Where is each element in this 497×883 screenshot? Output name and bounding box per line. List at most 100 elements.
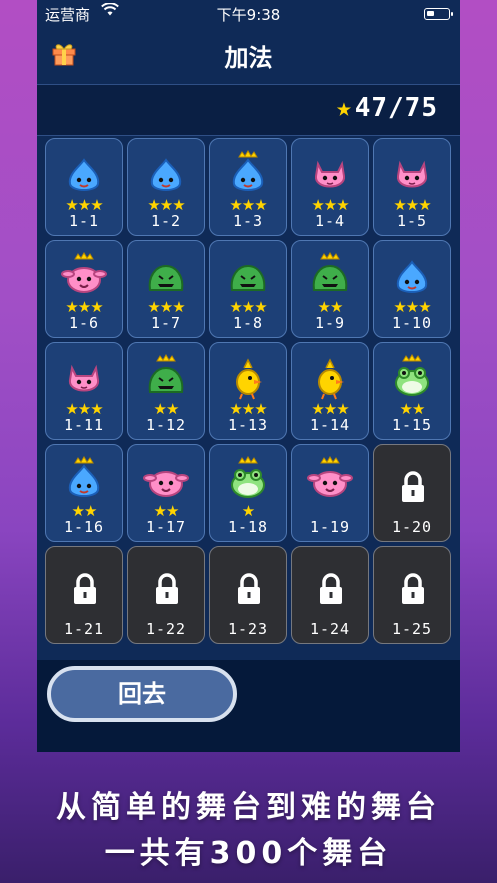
- level-stars: ★★★: [65, 196, 103, 214]
- level-label: 1-19: [309, 518, 351, 536]
- level-tile-18[interactable]: ★ 1-18: [209, 444, 287, 542]
- green-slime-icon: [128, 253, 204, 299]
- pink-cat-icon: [46, 355, 122, 401]
- level-label: 1-1: [68, 212, 100, 230]
- clock: 下午9:38: [216, 6, 281, 24]
- level-tile-20[interactable]: 1-20: [373, 444, 451, 542]
- level-label: 1-3: [232, 212, 264, 230]
- level-stars: ★★★: [65, 298, 103, 316]
- green-slime-icon: [210, 253, 286, 299]
- status-bar: 运营商 下午9:38: [37, 0, 460, 28]
- level-tile-22[interactable]: 1-22: [127, 546, 205, 644]
- score-display: ★47/75: [336, 93, 438, 123]
- level-label: 1-24: [309, 620, 351, 638]
- level-label: 1-12: [145, 416, 187, 434]
- level-tile-2[interactable]: ★★★ 1-2: [127, 138, 205, 236]
- lock-icon: [400, 471, 426, 507]
- level-label: 1-10: [391, 314, 433, 332]
- bottom-bar: 回去: [37, 660, 460, 752]
- level-stars: ★★★: [229, 196, 267, 214]
- level-label: 1-20: [391, 518, 433, 536]
- level-label: 1-11: [63, 416, 105, 434]
- phone-screen: 运营商 下午9:38 加法 ★47/75 ★★★ 1-1 ★★★ 1-2 ★★★ 1-3 ★…: [37, 0, 460, 752]
- level-stars: ★★★: [393, 298, 431, 316]
- battery-icon: [424, 8, 453, 20]
- level-tile-12[interactable]: ★★ 1-12: [127, 342, 205, 440]
- level-stars: ★★★: [147, 298, 185, 316]
- lock-icon: [72, 573, 98, 609]
- level-grid: ★★★ 1-1 ★★★ 1-2 ★★★ 1-3 ★★★ 1-4 ★★★ 1-5 ★★★ 1-6 ★★★ 1…: [45, 138, 451, 644]
- level-stars: ★★★: [65, 400, 103, 418]
- level-label: 1-18: [227, 518, 269, 536]
- lock-icon: [400, 573, 426, 609]
- level-label: 1-8: [232, 314, 264, 332]
- crowned-green-slime-icon: [292, 252, 368, 299]
- yellow-chick-icon: [210, 355, 286, 401]
- level-label: 1-6: [68, 314, 100, 332]
- level-tile-4[interactable]: ★★★ 1-4: [291, 138, 369, 236]
- crowned-blue-slime-icon: [46, 456, 122, 503]
- level-label: 1-16: [63, 518, 105, 536]
- pink-bunny-icon: [128, 457, 204, 503]
- crowned-pink-bunny-icon: [292, 456, 368, 503]
- level-tile-8[interactable]: ★★★ 1-8: [209, 240, 287, 338]
- level-tile-24[interactable]: 1-24: [291, 546, 369, 644]
- blue-slime-icon: [128, 151, 204, 197]
- level-tile-19[interactable]: 1-19: [291, 444, 369, 542]
- level-stars: ★★: [317, 298, 344, 316]
- level-label: 1-15: [391, 416, 433, 434]
- level-label: 1-25: [391, 620, 433, 638]
- level-tile-1[interactable]: ★★★ 1-1: [45, 138, 123, 236]
- level-stars: ★★★: [229, 400, 267, 418]
- promo-line-1: 从简单的舞台到难的舞台: [56, 790, 441, 825]
- level-tile-23[interactable]: 1-23: [209, 546, 287, 644]
- blue-slime-icon: [374, 253, 450, 299]
- level-tile-17[interactable]: ★★ 1-17: [127, 444, 205, 542]
- level-label: 1-21: [63, 620, 105, 638]
- level-tile-13[interactable]: ★★★ 1-13: [209, 342, 287, 440]
- nav-bar: 加法: [37, 28, 460, 84]
- level-label: 1-17: [145, 518, 187, 536]
- level-tile-9[interactable]: ★★ 1-9: [291, 240, 369, 338]
- crowned-frog-icon: [374, 354, 450, 401]
- level-stars: ★★: [71, 502, 98, 520]
- level-tile-3[interactable]: ★★★ 1-3: [209, 138, 287, 236]
- crowned-blue-slime-icon: [210, 150, 286, 197]
- level-tile-14[interactable]: ★★★ 1-14: [291, 342, 369, 440]
- level-tile-6[interactable]: ★★★ 1-6: [45, 240, 123, 338]
- promo-line-2: 一共有300个舞台: [104, 836, 393, 871]
- score-text: 47/75: [354, 93, 438, 123]
- level-stars: ★★★: [311, 196, 349, 214]
- level-label: 1-5: [396, 212, 428, 230]
- crowned-frog-icon: [210, 456, 286, 503]
- level-stars: ★: [241, 502, 255, 520]
- level-tile-21[interactable]: 1-21: [45, 546, 123, 644]
- page-title: 加法: [224, 44, 273, 72]
- level-tile-7[interactable]: ★★★ 1-7: [127, 240, 205, 338]
- crowned-green-slime-icon: [128, 354, 204, 401]
- level-tile-16[interactable]: ★★ 1-16: [45, 444, 123, 542]
- level-label: 1-22: [145, 620, 187, 638]
- pink-cat-icon: [292, 151, 368, 197]
- blue-slime-icon: [46, 151, 122, 197]
- star-icon: ★: [336, 93, 353, 123]
- yellow-chick-icon: [292, 355, 368, 401]
- level-tile-25[interactable]: 1-25: [373, 546, 451, 644]
- lock-icon: [318, 573, 344, 609]
- level-tile-5[interactable]: ★★★ 1-5: [373, 138, 451, 236]
- level-tile-10[interactable]: ★★★ 1-10: [373, 240, 451, 338]
- level-label: 1-23: [227, 620, 269, 638]
- crowned-pink-bunny-icon: [46, 252, 122, 299]
- lock-icon: [154, 573, 180, 609]
- level-tile-11[interactable]: ★★★ 1-11: [45, 342, 123, 440]
- level-stars: ★★★: [229, 298, 267, 316]
- score-bar: ★47/75: [37, 84, 460, 136]
- pink-cat-icon: [374, 151, 450, 197]
- lock-icon: [236, 573, 262, 609]
- level-label: 1-7: [150, 314, 182, 332]
- level-label: 1-2: [150, 212, 182, 230]
- level-stars: ★★★: [147, 196, 185, 214]
- level-label: 1-14: [309, 416, 351, 434]
- level-tile-15[interactable]: ★★ 1-15: [373, 342, 451, 440]
- back-button[interactable]: 回去: [47, 666, 237, 722]
